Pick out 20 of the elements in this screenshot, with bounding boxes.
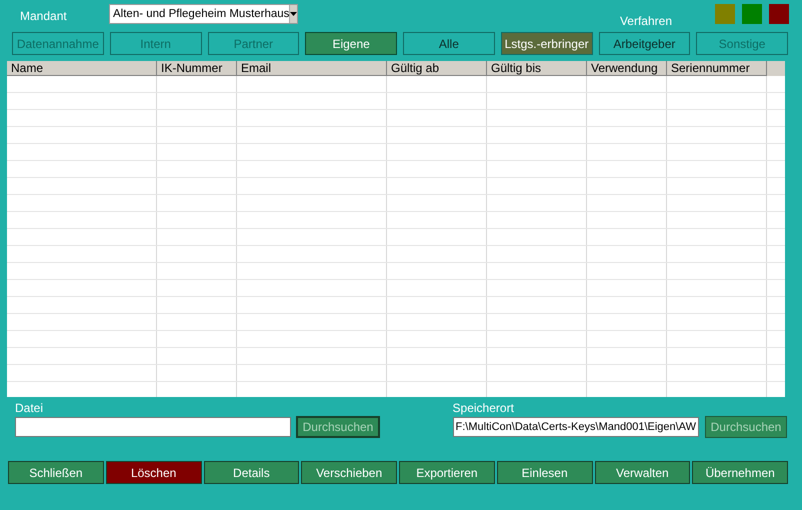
- action-button[interactable]: Übernehmen: [692, 461, 788, 484]
- tab[interactable]: Eigene: [305, 32, 397, 55]
- tab[interactable]: Arbeitgeber: [598, 32, 690, 55]
- action-button[interactable]: Verschieben: [301, 461, 397, 484]
- action-button[interactable]: Details: [204, 461, 300, 484]
- action-button[interactable]: Exportieren: [399, 461, 495, 484]
- verfahren-label: Verfahren: [620, 14, 672, 28]
- speicherort-label: Speicherort: [452, 401, 515, 415]
- datei-label: Datei: [15, 401, 44, 415]
- path-input-field[interactable]: F:\MultiCon\Data\Certs-Keys\Mand001\Eigen\AW: [452, 417, 699, 437]
- dropdown-arrow-icon: [290, 12, 298, 16]
- action-button[interactable]: Schließen: [8, 461, 104, 484]
- file-input-field[interactable]: [15, 417, 291, 437]
- action-button[interactable]: Verwalten: [594, 461, 690, 484]
- mandant-label: Mandant: [20, 9, 68, 23]
- action-button[interactable]: Einlesen: [496, 461, 592, 484]
- tab[interactable]: Lstgs.-erbringer: [500, 32, 592, 55]
- tab[interactable]: Alle: [403, 32, 495, 55]
- action-button[interactable]: Löschen: [106, 461, 202, 484]
- mandant-dropdown[interactable]: Alten- und Pflegeheim Musterhaus: [109, 4, 298, 24]
